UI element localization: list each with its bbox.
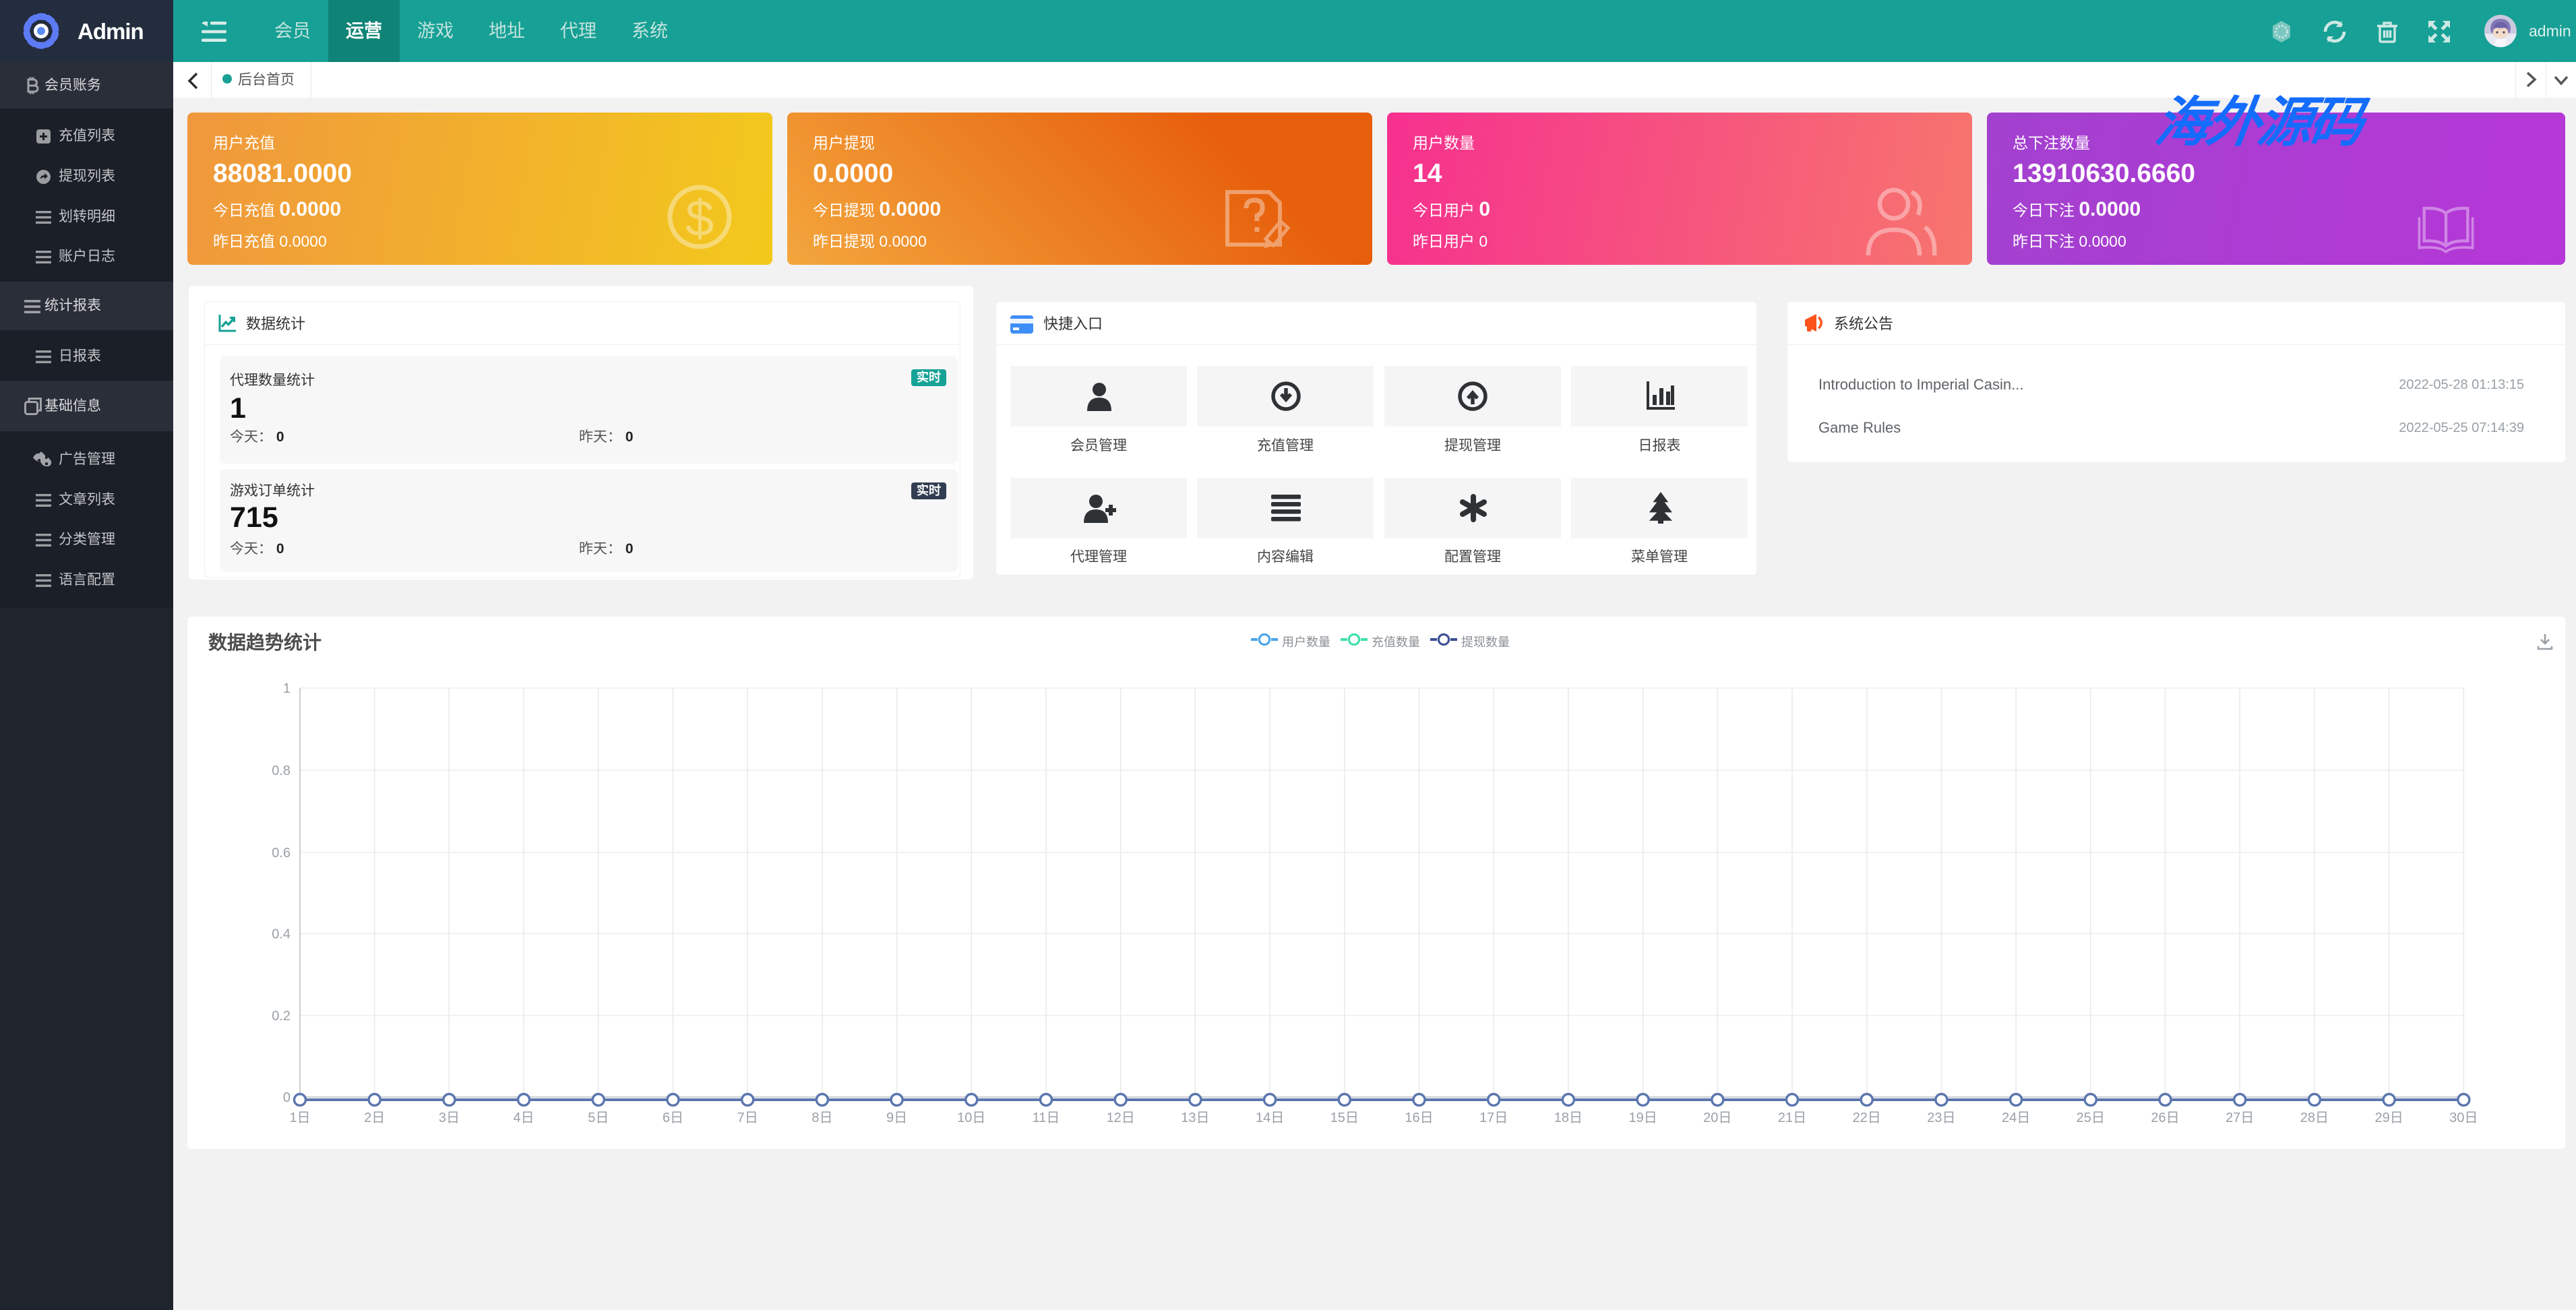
svg-text:30日: 30日 bbox=[2449, 1111, 2478, 1125]
svg-text:7日: 7日 bbox=[737, 1111, 758, 1125]
svg-text:4日: 4日 bbox=[514, 1111, 534, 1125]
svg-text:24日: 24日 bbox=[2002, 1111, 2030, 1125]
svg-text:20日: 20日 bbox=[1703, 1111, 1731, 1125]
svg-text:8日: 8日 bbox=[811, 1111, 832, 1125]
svg-text:2日: 2日 bbox=[364, 1111, 385, 1125]
svg-text:27日: 27日 bbox=[2226, 1111, 2254, 1125]
svg-text:16日: 16日 bbox=[1405, 1111, 1433, 1125]
svg-text:21日: 21日 bbox=[1778, 1111, 1806, 1125]
svg-text:11日: 11日 bbox=[1033, 1111, 1060, 1125]
svg-text:3日: 3日 bbox=[439, 1111, 460, 1125]
svg-text:12日: 12日 bbox=[1107, 1111, 1135, 1125]
svg-text:6日: 6日 bbox=[663, 1111, 683, 1125]
svg-text:19日: 19日 bbox=[1628, 1111, 1657, 1125]
svg-text:0.8: 0.8 bbox=[272, 763, 290, 778]
svg-text:0: 0 bbox=[283, 1090, 290, 1105]
svg-text:14日: 14日 bbox=[1256, 1111, 1284, 1125]
svg-text:26日: 26日 bbox=[2151, 1111, 2179, 1125]
svg-text:22日: 22日 bbox=[1853, 1111, 1881, 1125]
svg-text:0.2: 0.2 bbox=[272, 1009, 290, 1024]
svg-text:1: 1 bbox=[283, 681, 290, 696]
svg-text:29日: 29日 bbox=[2374, 1111, 2403, 1125]
svg-text:0.4: 0.4 bbox=[272, 927, 290, 942]
svg-text:23日: 23日 bbox=[1927, 1111, 1955, 1125]
svg-text:$: $ bbox=[685, 190, 714, 247]
svg-text:28日: 28日 bbox=[2300, 1111, 2329, 1125]
svg-text:18日: 18日 bbox=[1554, 1111, 1583, 1125]
svg-text:10日: 10日 bbox=[957, 1111, 985, 1125]
svg-text:25日: 25日 bbox=[2077, 1111, 2105, 1125]
svg-text:0.6: 0.6 bbox=[272, 846, 290, 861]
svg-text:9日: 9日 bbox=[886, 1111, 907, 1125]
svg-text:1日: 1日 bbox=[289, 1111, 310, 1125]
svg-text:15日: 15日 bbox=[1330, 1111, 1359, 1125]
svg-text:13日: 13日 bbox=[1181, 1111, 1209, 1125]
svg-text:5日: 5日 bbox=[588, 1111, 609, 1125]
svg-text:17日: 17日 bbox=[1479, 1111, 1508, 1125]
